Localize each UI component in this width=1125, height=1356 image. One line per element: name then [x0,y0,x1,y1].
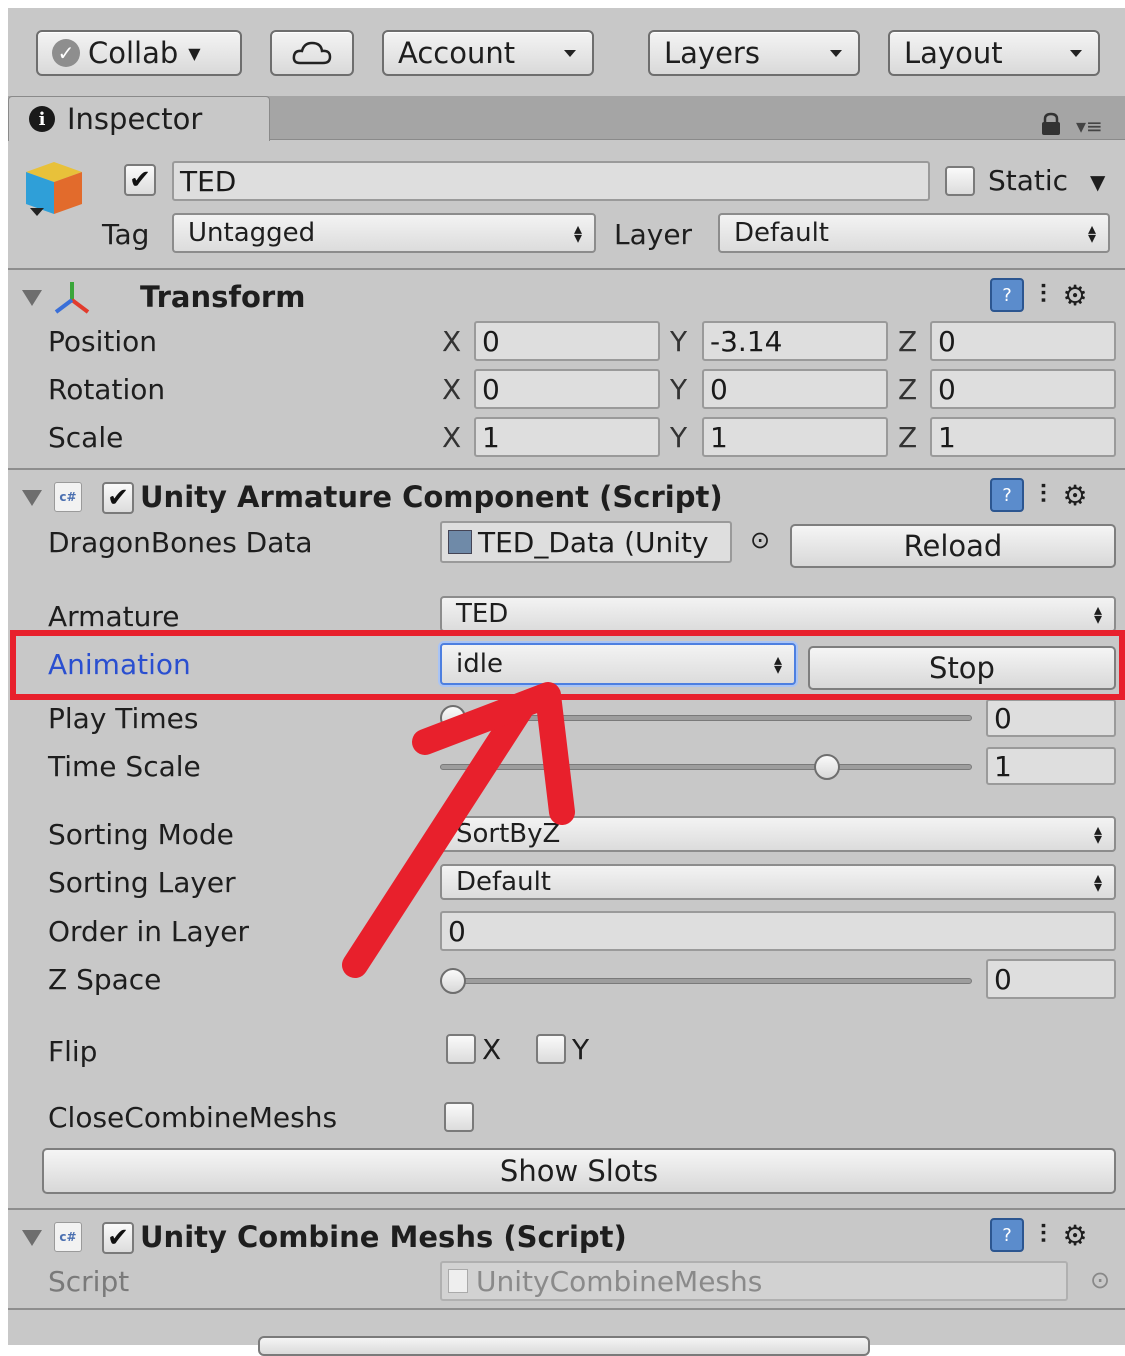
red-arrow-annotation [342,682,575,978]
